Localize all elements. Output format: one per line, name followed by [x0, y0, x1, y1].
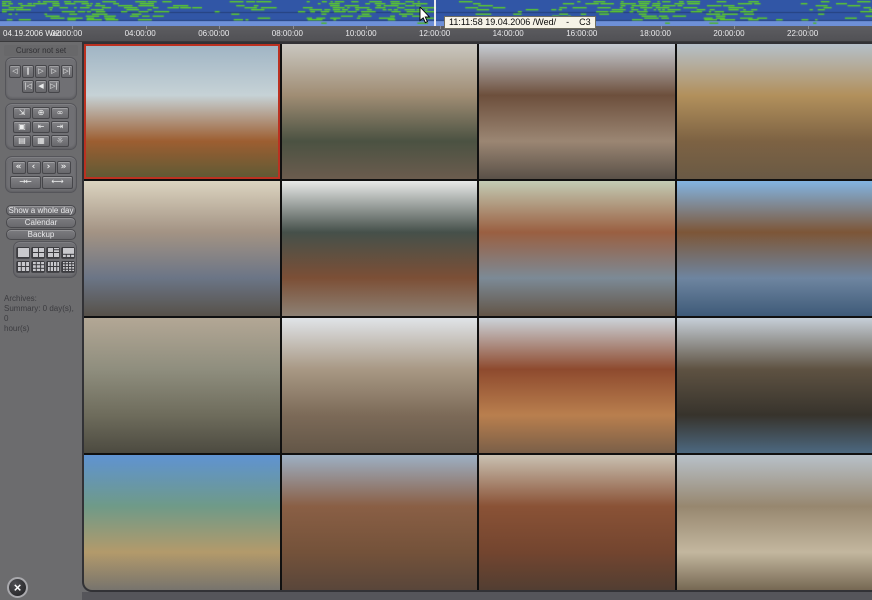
view-6-button[interactable]	[46, 247, 60, 259]
timeline-tick	[440, 26, 441, 29]
timeline-tick	[661, 26, 662, 29]
camera-view-golden-gate[interactable]	[677, 44, 872, 179]
camera-view-crowded-street-above[interactable]	[677, 455, 872, 590]
view-16-button[interactable]	[61, 261, 75, 273]
camera-view-armoury-street[interactable]	[84, 455, 280, 590]
timeline-zoom-in-button[interactable]: →←	[10, 176, 41, 189]
view-13-button[interactable]	[46, 261, 60, 273]
time-tooltip: 11:11:58 19.04.2006 /Wed/ - C3	[444, 16, 596, 29]
calendar-button[interactable]: Calendar	[6, 217, 76, 228]
camera-view-aerial-panorama[interactable]	[84, 44, 280, 179]
skip-to-end-button[interactable]: ▷|	[48, 80, 60, 93]
jump-right-button[interactable]: ›	[42, 161, 56, 174]
close-button[interactable]: ×	[7, 577, 28, 598]
timeline-tick	[72, 26, 73, 29]
timeline-time-label: 04:00:00	[125, 29, 156, 38]
video-display-area	[82, 42, 872, 592]
jump-left-button[interactable]: ‹	[27, 161, 41, 174]
view-4-button[interactable]	[31, 247, 45, 259]
dvr-playback-window: 04.19.2006 Wed 02:00:0004:00:0006:00:000…	[0, 0, 872, 600]
view-6b-icon	[17, 261, 29, 272]
view-1-icon	[17, 247, 29, 258]
frame-mode-button[interactable]: ▣	[13, 121, 31, 133]
timeline-label-bar: 04.19.2006 Wed 02:00:0004:00:0006:00:000…	[0, 26, 872, 42]
binoculars-button[interactable]: ∞	[51, 107, 69, 119]
view-1-button[interactable]	[16, 247, 30, 259]
camera-view-motlawa-crane[interactable]	[677, 181, 872, 316]
camera-view-mariacka-street[interactable]	[479, 455, 675, 590]
camera-view-courtyard-bench[interactable]	[479, 181, 675, 316]
export-frame-button[interactable]: ⇲	[13, 107, 31, 119]
view-9-button[interactable]	[31, 261, 45, 273]
camera-view-long-market-performer[interactable]	[479, 44, 675, 179]
timeline-zoom-out-button[interactable]: ←→	[42, 176, 73, 189]
play-fast-button[interactable]: ▷	[48, 65, 60, 78]
timeline-time-label: 08:00:00	[272, 29, 303, 38]
play-button[interactable]: ▷	[35, 65, 47, 78]
transport-controls-group: ◁‖▷▷▷| |◁◀▷|	[5, 57, 77, 100]
camera-view-market-crowd-children[interactable]	[84, 181, 280, 316]
camera-view-neptune-fountain[interactable]	[282, 44, 478, 179]
grid-layout-group	[13, 241, 77, 278]
tape-button[interactable]: ▦	[32, 135, 50, 147]
pause-button[interactable]: ‖	[22, 65, 34, 78]
tools-group: ⇲⊕∞ ▣⇤⇥ ▤▦☼	[5, 103, 77, 150]
timeline-time-label: 12:00:00	[419, 29, 450, 38]
mouse-cursor-icon	[419, 7, 431, 24]
sidebar: Cursor not set ◁‖▷▷▷| |◁◀▷| ⇲⊕∞ ▣⇤⇥ ▤▦☼ …	[0, 42, 82, 600]
timeline-time-label: 06:00:00	[198, 29, 229, 38]
timeline-activity-band[interactable]	[0, 0, 872, 26]
zoom-button[interactable]: ⊕	[32, 107, 50, 119]
timeline-time-label: 02:00:00	[51, 29, 82, 38]
view-8-button[interactable]	[61, 247, 75, 259]
timeline-tick	[366, 26, 367, 29]
jump-far-right-button[interactable]: »	[57, 161, 71, 174]
jump-far-left-button[interactable]: «	[12, 161, 26, 174]
camera-view-galleon-ship[interactable]	[677, 318, 872, 453]
backup-button[interactable]: Backup	[6, 229, 76, 240]
timeline-nav-group: «‹›» →←←→	[5, 156, 77, 193]
view-6-icon	[47, 247, 59, 258]
step-forward-button[interactable]: ▷|	[61, 65, 73, 78]
timeline-time-label: 16:00:00	[566, 29, 597, 38]
camera-view-dlugi-targ-square[interactable]	[282, 318, 478, 453]
play-backward-button[interactable]: ◁	[9, 65, 21, 78]
camera-view-stone-fountain[interactable]	[84, 318, 280, 453]
timeline-tick	[146, 26, 147, 29]
timeline-time-label: 22:00:00	[787, 29, 818, 38]
timeline-cursor-line	[434, 0, 436, 26]
print-button[interactable]: ▤	[13, 135, 31, 147]
view-8-icon	[62, 247, 74, 258]
brightness-button[interactable]: ☼	[51, 135, 69, 147]
prev-event-button[interactable]: ⇤	[32, 121, 50, 133]
view-4-icon	[32, 247, 44, 258]
archives-summary: Archives: Summary: 0 day(s), 0 hour(s)	[4, 294, 80, 334]
skip-to-start-button[interactable]: |◁	[22, 80, 34, 93]
timeline-time-label: 20:00:00	[713, 29, 744, 38]
timeline-tick	[734, 26, 735, 29]
timeline-time-label: 10:00:00	[345, 29, 376, 38]
cursor-status-label: Cursor not set	[4, 45, 78, 56]
camera-view-armoury-facade[interactable]	[282, 455, 478, 590]
camera-grid-4x4	[84, 44, 872, 590]
timeline-tick	[808, 26, 809, 29]
timeline-time-label: 14:00:00	[493, 29, 524, 38]
view-9-icon	[32, 261, 44, 272]
view-6b-button[interactable]	[16, 261, 30, 273]
view-13-icon	[47, 261, 59, 272]
play-slow-button[interactable]: ◀	[35, 80, 47, 93]
next-event-button[interactable]: ⇥	[51, 121, 69, 133]
timeline-tick	[219, 26, 220, 29]
timeline-time-label: 18:00:00	[640, 29, 671, 38]
bottom-strip	[82, 592, 872, 600]
timeline-tick	[293, 26, 294, 29]
camera-view-brick-church-market[interactable]	[479, 318, 675, 453]
show-whole-day-button[interactable]: Show a whole day	[6, 205, 76, 216]
camera-view-dluga-street[interactable]	[282, 181, 478, 316]
view-16-icon	[62, 261, 74, 272]
